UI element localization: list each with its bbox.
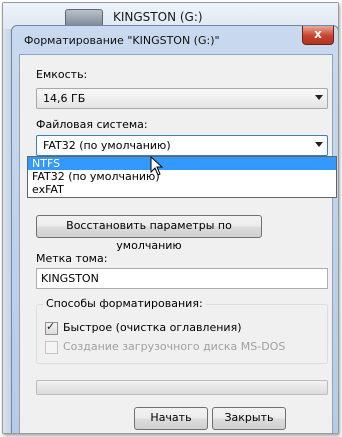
dialog-title: Форматирование "KINGSTON (G:)" [24, 34, 220, 47]
close-window-button[interactable]: x [302, 26, 334, 45]
capacity-label: Емкость: [36, 68, 88, 81]
format-dialog: Форматирование "KINGSTON (G:)" x Емкость… [11, 25, 338, 433]
quick-format-checkbox[interactable] [45, 320, 58, 335]
close-button[interactable]: Закрыть [212, 407, 286, 430]
chevron-down-icon [315, 95, 323, 100]
volume-label-caption: Метка тома: [36, 252, 108, 265]
restore-defaults-button[interactable]: Восстановить параметры по умолчанию [36, 215, 262, 252]
filesystem-select[interactable]: FAT32 (по умолчанию) [36, 135, 328, 156]
volume-label-input[interactable]: KINGSTON [36, 268, 328, 289]
volume-label-value: KINGSTON [41, 272, 99, 285]
msdos-boot-label[interactable]: Создание загрузочного диска MS-DOS [63, 340, 285, 353]
format-progress-bar [36, 380, 328, 395]
chevron-down-icon [315, 142, 323, 147]
format-options-group: Способы форматирования: Быстрое (очистка… [36, 297, 328, 364]
mouse-pointer-icon [150, 156, 164, 176]
format-options-caption: Способы форматирования: [43, 297, 206, 310]
filesystem-option-ntfs[interactable]: NTFS [28, 157, 336, 170]
filesystem-option-fat32[interactable]: FAT32 (по умолчанию) [28, 170, 336, 183]
capacity-select[interactable]: 14,6 ГБ [36, 88, 328, 109]
filesystem-label: Файловая система: [36, 118, 148, 131]
filesystem-option-exfat[interactable]: exFAT [28, 183, 336, 196]
start-button[interactable]: Начать [134, 407, 208, 430]
screenshot-frame: KINGSTON (G:) Форматирование "KINGSTON (… [2, 2, 339, 434]
background-window-edge [3, 29, 11, 433]
dialog-client-area: Емкость: 14,6 ГБ Файловая система: FAT32… [19, 54, 333, 433]
quick-format-label[interactable]: Быстрое (очистка оглавления) [63, 321, 241, 334]
filesystem-value: FAT32 (по умолчанию) [43, 139, 171, 152]
filesystem-dropdown-list: NTFS FAT32 (по умолчанию) exFAT [27, 156, 337, 198]
background-window-title: KINGSTON (G:) [113, 10, 203, 24]
msdos-boot-checkbox[interactable] [45, 341, 58, 354]
capacity-value: 14,6 ГБ [43, 92, 86, 105]
